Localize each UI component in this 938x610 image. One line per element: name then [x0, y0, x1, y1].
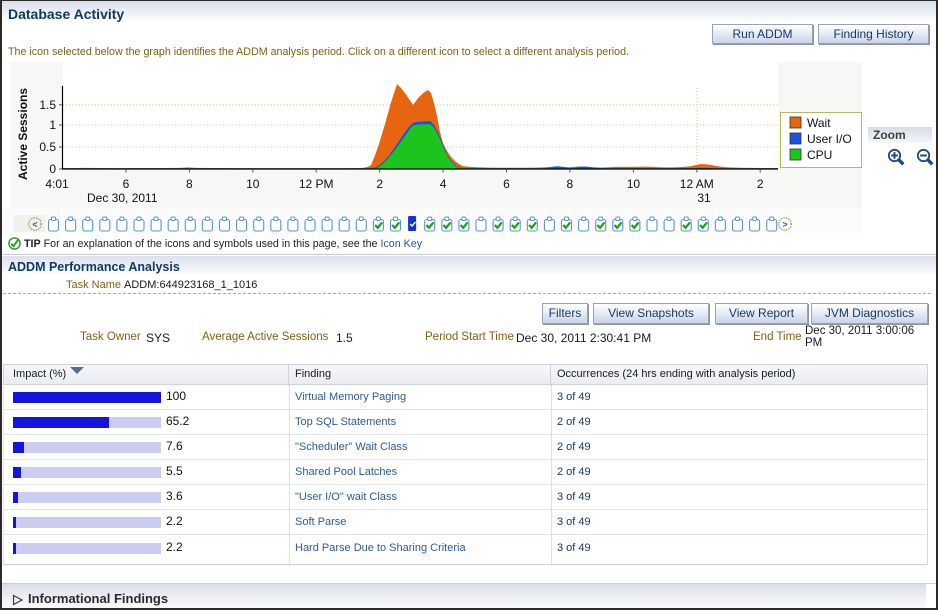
svg-text:>: >: [782, 220, 787, 230]
svg-text:8: 8: [567, 177, 574, 191]
svg-text:CPU: CPU: [807, 148, 832, 162]
svg-text:1: 1: [49, 118, 56, 132]
svg-text:6: 6: [123, 177, 130, 191]
svg-text:1.5: 1.5: [39, 98, 56, 112]
svg-text:0: 0: [49, 162, 56, 176]
svg-text:12 AM: 12 AM: [680, 177, 714, 191]
svg-text:User I/O: User I/O: [807, 132, 852, 146]
svg-text:4:01: 4:01: [45, 177, 69, 191]
svg-text:2: 2: [757, 177, 764, 191]
svg-text:Active Sessions: Active Sessions: [16, 88, 30, 180]
svg-text:6: 6: [503, 177, 510, 191]
svg-text:8: 8: [186, 177, 193, 191]
svg-text:<: <: [32, 220, 37, 230]
svg-text:4: 4: [440, 177, 447, 191]
svg-text:Wait: Wait: [807, 116, 831, 130]
svg-text:2: 2: [376, 177, 383, 191]
svg-text:31: 31: [697, 191, 711, 205]
svg-text:12 PM: 12 PM: [299, 177, 334, 191]
svg-text:Dec 30, 2011: Dec 30, 2011: [87, 191, 158, 205]
svg-text:10: 10: [627, 177, 641, 191]
svg-text:0.5: 0.5: [39, 140, 56, 154]
svg-text:10: 10: [246, 177, 260, 191]
